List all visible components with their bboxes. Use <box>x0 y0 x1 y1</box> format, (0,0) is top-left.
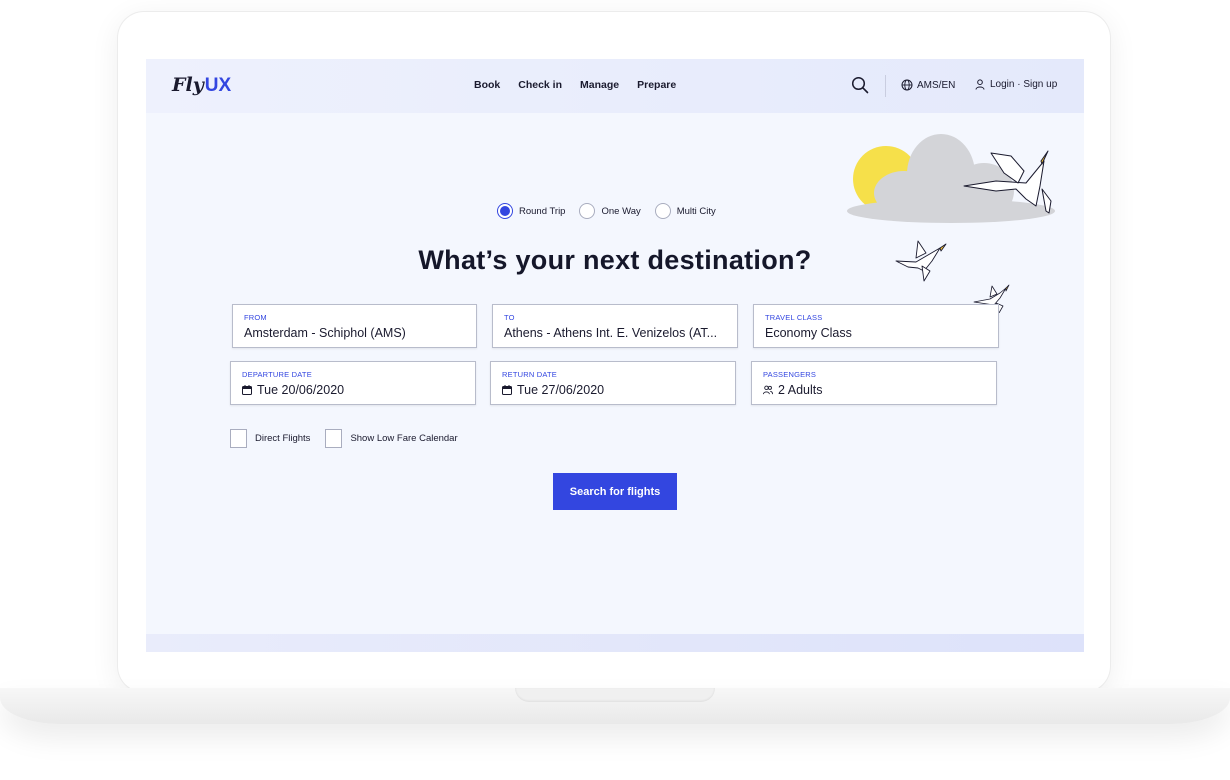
radio-multi-city[interactable] <box>654 203 671 219</box>
travel-class-field[interactable]: TRAVEL CLASS Economy Class <box>753 304 999 348</box>
travel-class-label: TRAVEL CLASS <box>765 313 823 322</box>
search-flights-button[interactable]: Search for flights <box>553 473 677 510</box>
passengers-row: 2 Adults <box>763 383 985 397</box>
nav-divider <box>885 75 886 97</box>
direct-flights-checkbox[interactable] <box>230 429 247 448</box>
app-screen: FlyUX Book Check in Manage Prepare AMS/E… <box>146 59 1084 652</box>
low-fare-calendar-checkbox[interactable] <box>325 429 343 448</box>
login-label: Login · Sign up <box>990 79 1058 90</box>
travel-class-value: Economy Class <box>765 326 852 340</box>
nav-book[interactable]: Book <box>474 79 500 91</box>
hero-illustration <box>847 134 1055 313</box>
trip-type-label: Multi City <box>676 205 716 217</box>
globe-icon <box>901 79 913 91</box>
trip-type-multi-city[interactable]: Multi City <box>654 203 716 219</box>
radio-round-trip[interactable] <box>497 203 513 219</box>
page-title: What’s your next destination? <box>418 245 812 275</box>
top-navbar: FlyUX Book Check in Manage Prepare AMS/E… <box>146 59 1084 113</box>
locale-selector[interactable]: AMS/EN <box>901 79 955 91</box>
main-nav: Book Check in Manage Prepare <box>474 79 676 91</box>
search-button[interactable] <box>851 76 869 94</box>
from-field[interactable]: FROM Amsterdam - Schiphol (AMS) <box>232 304 477 348</box>
trip-type-label: One Way <box>601 205 641 217</box>
logo-fly-text: Fly <box>172 74 204 96</box>
direct-flights-option[interactable]: Direct Flights <box>230 429 310 448</box>
trip-type-group: Round Trip One Way Multi City <box>497 203 716 219</box>
to-field[interactable]: TO Athens - Athens Int. E. Venizelos (AT… <box>492 304 738 348</box>
low-fare-calendar-label: Show Low Fare Calendar <box>350 433 458 444</box>
trip-type-one-way[interactable]: One Way <box>579 203 641 219</box>
laptop-notch <box>515 688 715 702</box>
brand-logo[interactable]: FlyUX <box>172 74 231 97</box>
trip-type-round-trip[interactable]: Round Trip <box>497 203 565 219</box>
nav-check-in[interactable]: Check in <box>518 79 562 91</box>
to-field-value: Athens - Athens Int. E. Venizelos (AT... <box>504 326 718 340</box>
login-link[interactable]: Login · Sign up <box>975 79 1057 90</box>
passengers-value: 2 Adults <box>778 383 823 397</box>
radio-one-way[interactable] <box>579 203 596 219</box>
trip-type-label: Round Trip <box>519 205 566 217</box>
nav-prepare[interactable]: Prepare <box>637 79 676 91</box>
return-date-label: RETURN DATE <box>502 370 557 379</box>
departure-date-row: Tue 20/06/2020 <box>242 383 464 397</box>
return-date-value: Tue 27/06/2020 <box>517 383 605 397</box>
departure-date-value: Tue 20/06/2020 <box>257 383 345 397</box>
locale-label: AMS/EN <box>917 79 956 91</box>
user-icon <box>975 79 985 90</box>
calendar-icon <box>242 385 252 395</box>
direct-flights-label: Direct Flights <box>255 433 311 444</box>
calendar-icon <box>502 385 512 395</box>
nav-manage[interactable]: Manage <box>580 79 619 91</box>
search-icon <box>851 76 869 94</box>
from-field-label: FROM <box>244 313 267 322</box>
return-date-row: Tue 27/06/2020 <box>502 383 724 397</box>
logo-ux-text: UX <box>204 75 232 96</box>
people-icon <box>763 385 773 395</box>
departure-date-field[interactable]: DEPARTURE DATE Tue 20/06/2020 <box>230 361 476 405</box>
passengers-field[interactable]: PASSENGERS 2 Adults <box>751 361 997 405</box>
search-options: Direct Flights Show Low Fare Calendar <box>230 429 458 448</box>
return-date-field[interactable]: RETURN DATE Tue 27/06/2020 <box>490 361 736 405</box>
footer-band <box>146 634 1084 652</box>
low-fare-calendar-option[interactable]: Show Low Fare Calendar <box>325 429 458 448</box>
passengers-label: PASSENGERS <box>763 370 817 379</box>
from-field-value: Amsterdam - Schiphol (AMS) <box>244 326 406 340</box>
to-field-label: TO <box>504 313 515 322</box>
departure-date-label: DEPARTURE DATE <box>242 370 312 379</box>
